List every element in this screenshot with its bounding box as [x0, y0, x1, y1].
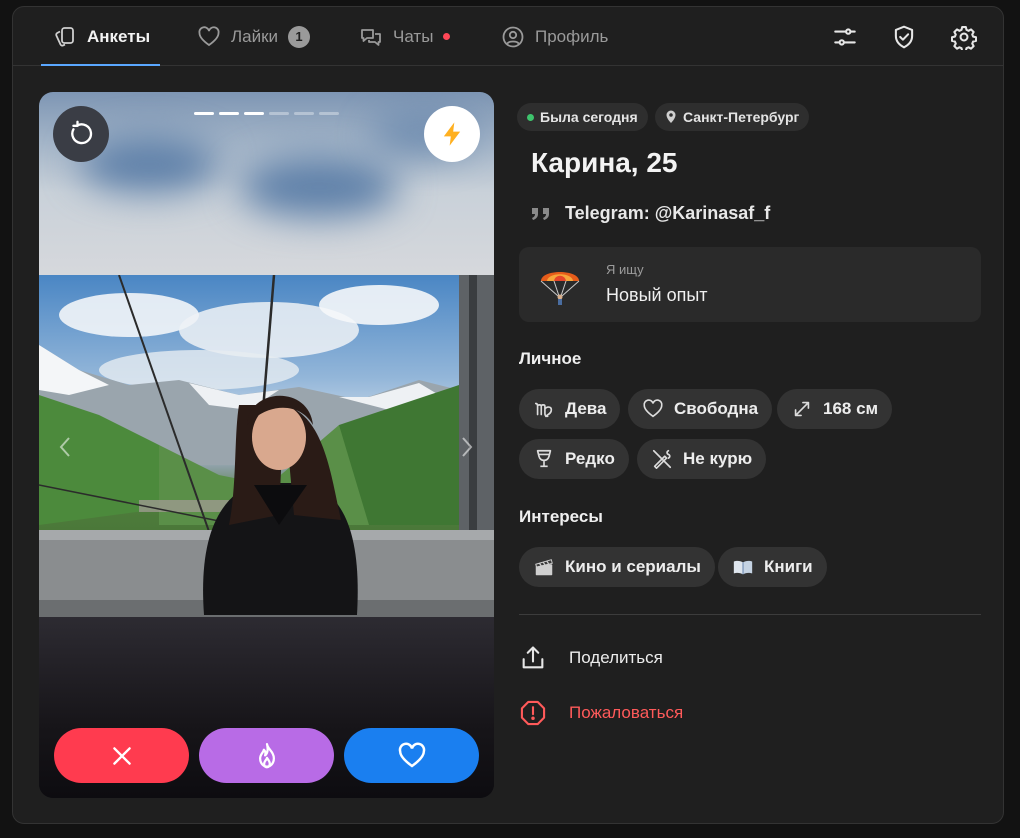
photo-blur-top	[39, 92, 494, 275]
gear-icon	[951, 26, 977, 50]
tab-label: Лайки	[231, 26, 279, 46]
shield-check-icon	[894, 25, 914, 49]
tag-label: Дева	[565, 399, 607, 418]
online-status-chip: Была сегодня	[517, 103, 648, 131]
personal-tag-relationship[interactable]: Свободна	[628, 389, 773, 429]
undo-icon	[71, 120, 93, 145]
section-divider	[519, 614, 981, 615]
close-icon	[112, 746, 131, 765]
tab-chats[interactable]: Чаты	[359, 7, 451, 66]
tab-profiles[interactable]: Анкеты	[40, 7, 161, 66]
top-navigation: Анкеты Лайки 1 Чаты Профиль	[13, 7, 1003, 66]
bio-text: Telegram: @Karinasaf_f	[565, 203, 771, 223]
photo-dash	[194, 112, 214, 115]
book-icon	[733, 560, 753, 575]
resize-icon	[794, 401, 810, 417]
tag-label: Свободна	[674, 399, 759, 418]
heart-icon	[198, 25, 220, 46]
looking-for-card: Я ищу Новый опыт	[519, 247, 981, 322]
superlike-button[interactable]	[199, 728, 334, 783]
undo-button[interactable]	[53, 106, 109, 162]
personal-tag-alcohol[interactable]: Редко	[519, 439, 629, 479]
report-button[interactable]: Пожаловаться	[519, 697, 683, 729]
share-button[interactable]: Поделиться	[519, 642, 663, 674]
clapper-icon	[535, 559, 553, 576]
tab-label: Чаты	[393, 26, 434, 46]
interest-tag-books[interactable]: Книги	[718, 547, 827, 587]
online-status-text: Была сегодня	[540, 109, 638, 125]
tab-label: Анкеты	[87, 26, 151, 46]
quote-icon	[532, 207, 549, 220]
interests-section-title: Интересы	[519, 507, 603, 526]
photo-dash	[244, 112, 264, 115]
location-pin-icon	[666, 110, 676, 123]
online-dot	[527, 113, 534, 121]
unread-dot	[443, 33, 451, 40]
profile-bio: Telegram: @Karinasaf_f	[531, 203, 770, 224]
personal-tag-height[interactable]: 168 см	[777, 389, 893, 429]
tag-label: Редко	[565, 449, 615, 468]
heart-icon	[643, 399, 663, 418]
chat-bubbles-icon	[361, 28, 381, 46]
photo-dash	[319, 112, 339, 115]
photo-dash	[219, 112, 239, 115]
share-icon	[522, 646, 544, 669]
safety-button[interactable]	[890, 23, 918, 51]
wine-glass-icon	[536, 449, 552, 468]
photo-dash	[269, 112, 289, 115]
tab-profile[interactable]: Профиль	[501, 7, 608, 66]
likes-count-badge: 1	[288, 25, 311, 48]
tag-label: 168 см	[823, 399, 879, 418]
tag-label: Книги	[764, 557, 813, 576]
flame-icon	[258, 742, 275, 768]
tab-label: Профиль	[535, 26, 609, 46]
profile-photo-card[interactable]	[39, 92, 494, 798]
dislike-button[interactable]	[54, 728, 189, 783]
like-button[interactable]	[344, 728, 479, 783]
tab-likes[interactable]: Лайки 1	[197, 7, 311, 66]
share-label: Поделиться	[569, 648, 663, 667]
virgo-icon	[534, 402, 553, 418]
heart-icon	[398, 742, 425, 768]
looking-for-value: Новый опыт	[606, 285, 708, 305]
cards-icon	[55, 26, 74, 46]
tag-label: Кино и сериалы	[565, 557, 701, 576]
personal-tag-zodiac[interactable]: Дева	[519, 389, 621, 429]
looking-for-label: Я ищу	[606, 262, 644, 277]
city-text: Санкт-Петербург	[683, 109, 800, 125]
no-smoking-icon	[652, 449, 672, 469]
profile-photo	[39, 275, 494, 617]
user-circle-icon	[502, 26, 524, 47]
personal-section-title: Личное	[519, 349, 582, 368]
profile-name-age: Карина, 25	[531, 147, 678, 178]
personal-tag-smoking[interactable]: Не курю	[637, 439, 767, 479]
chevron-right-icon[interactable]	[457, 432, 477, 462]
chevron-left-icon[interactable]	[55, 432, 75, 462]
lightning-icon	[443, 122, 461, 146]
app-window: Анкеты Лайки 1 Чаты Профиль Была сегодня…	[12, 6, 1004, 824]
interest-tag-movies[interactable]: Кино и сериалы	[519, 547, 715, 587]
tag-label: Не курю	[683, 449, 753, 468]
report-label: Пожаловаться	[569, 703, 684, 722]
city-chip: Санкт-Петербург	[655, 103, 810, 131]
photo-dash	[294, 112, 314, 115]
warning-octagon-icon	[520, 700, 546, 726]
filters-button[interactable]	[831, 23, 859, 51]
sliders-icon	[834, 28, 856, 46]
parachute-icon	[540, 272, 580, 305]
settings-button[interactable]	[950, 23, 978, 51]
boost-button[interactable]	[424, 106, 480, 162]
